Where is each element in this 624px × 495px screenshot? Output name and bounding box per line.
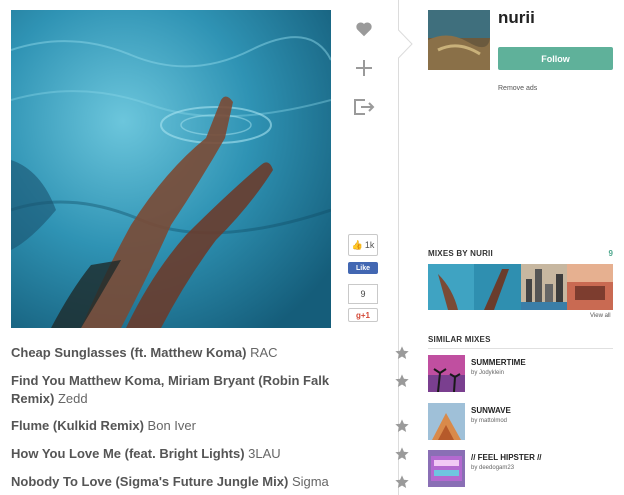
track-artist[interactable]: Sigma	[292, 474, 329, 489]
track-row: Cheap Sunglasses (ft. Matthew Koma) RAC	[11, 344, 409, 362]
similar-mix-title: SUNWAVE	[471, 406, 511, 415]
track-artist[interactable]: Bon Iver	[148, 418, 196, 433]
facebook-like-count: 👍 1k	[348, 234, 378, 256]
remove-ads-link[interactable]: Remove ads	[498, 85, 537, 92]
mix-thumbnail[interactable]	[520, 264, 567, 310]
similar-mix-thumbnail	[428, 403, 465, 440]
similar-mixes-heading: SIMILAR MIXES	[428, 335, 491, 344]
artist-name[interactable]: nurii	[498, 8, 535, 28]
track-title[interactable]: Find You Matthew Koma, Miriam Bryant (Ro…	[11, 373, 329, 388]
track-artist[interactable]: 3LAU	[248, 446, 281, 461]
similar-mix-item[interactable]: // FEEL HIPSTER // by deedogam23	[428, 450, 613, 488]
facebook-like-label: Like	[355, 264, 370, 272]
share-button[interactable]	[347, 92, 381, 122]
mixes-by-strip	[428, 264, 613, 310]
track-artist[interactable]: Zedd	[58, 391, 88, 406]
mix-cover-image	[11, 10, 331, 328]
track-row: Flume (Kulkid Remix) Bon Iver	[11, 417, 409, 435]
plus-icon	[356, 60, 372, 76]
follow-button[interactable]: Follow	[498, 47, 613, 70]
similar-mix-title: // FEEL HIPSTER //	[471, 453, 542, 462]
similar-mix-author: by mattolmod	[471, 418, 508, 424]
mix-thumbnail[interactable]	[428, 264, 475, 310]
track-title[interactable]: Flume (Kulkid Remix)	[11, 418, 144, 433]
similar-mix-author: by deedogam23	[471, 465, 515, 471]
track-row: How You Love Me (feat. Bright Lights) 3L…	[11, 445, 409, 463]
artist-avatar[interactable]	[428, 10, 490, 70]
thumbs-up-icon: 👍	[351, 239, 363, 250]
google-plus-button[interactable]: g+1	[348, 308, 378, 322]
mixes-count: 9	[608, 249, 613, 258]
track-title-continued[interactable]: Remix)	[11, 391, 54, 406]
track-artist[interactable]: RAC	[250, 345, 277, 360]
view-all-link[interactable]: View all	[590, 313, 611, 319]
track-title[interactable]: How You Love Me (feat. Bright Lights)	[11, 446, 245, 461]
star-icon[interactable]	[394, 418, 410, 434]
star-icon[interactable]	[394, 345, 410, 361]
heart-icon	[356, 22, 372, 37]
track-title[interactable]: Cheap Sunglasses (ft. Matthew Koma)	[11, 345, 246, 360]
similar-mix-item[interactable]: SUMMERTIME by Jodyklein	[428, 355, 613, 393]
similar-mix-title: SUMMERTIME	[471, 358, 526, 367]
similar-mixes-divider	[428, 348, 613, 349]
google-plus-count: 9	[348, 284, 378, 304]
add-to-collection-button[interactable]	[347, 53, 381, 83]
track-title[interactable]: Nobody To Love (Sigma's Future Jungle Mi…	[11, 474, 288, 489]
share-icon	[354, 99, 375, 115]
track-row: Find You Matthew Koma, Miriam Bryant (Ro…	[11, 372, 409, 408]
star-icon[interactable]	[394, 373, 410, 389]
track-row: Nobody To Love (Sigma's Future Jungle Mi…	[11, 473, 409, 491]
follow-label: Follow	[541, 53, 570, 64]
similar-mix-thumbnail	[428, 355, 465, 392]
like-button[interactable]	[347, 14, 381, 44]
similar-mix-author: by Jodyklein	[471, 370, 505, 376]
similar-mix-item[interactable]: SUNWAVE by mattolmod	[428, 403, 613, 441]
star-icon[interactable]	[394, 474, 410, 490]
mixes-by-heading: MIXES BY NURII	[428, 249, 493, 258]
mix-thumbnail[interactable]	[474, 264, 521, 310]
star-icon[interactable]	[394, 446, 410, 462]
facebook-like-button[interactable]: Like	[348, 262, 378, 274]
similar-mix-thumbnail	[428, 450, 465, 487]
mix-thumbnail[interactable]	[566, 264, 613, 310]
